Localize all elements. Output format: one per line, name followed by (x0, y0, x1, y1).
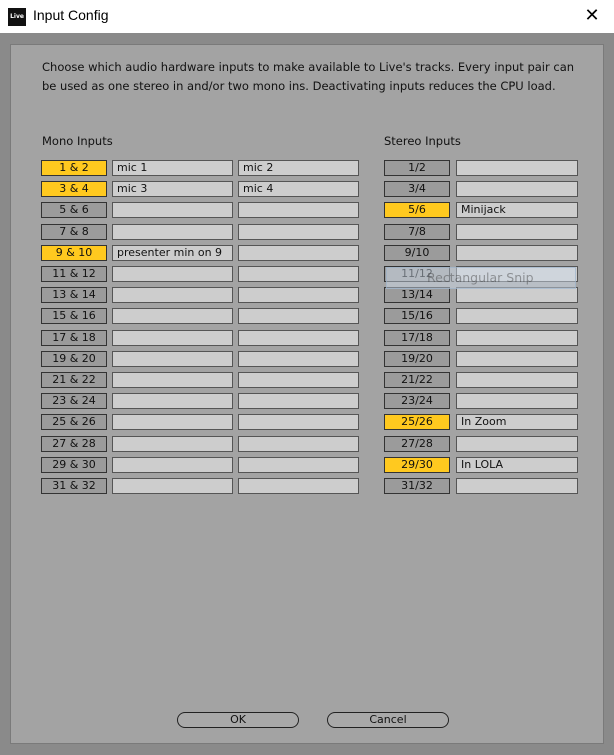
mono-channel-toggle[interactable]: 3 & 4 (41, 181, 107, 197)
stereo-channel-toggle[interactable]: 23/24 (384, 393, 450, 409)
stereo-channel-toggle[interactable]: 19/20 (384, 351, 450, 367)
stereo-name-field[interactable] (456, 478, 578, 494)
mono-channel-toggle[interactable]: 27 & 28 (41, 436, 107, 452)
mono-right-name-field[interactable]: mic 2 (238, 160, 359, 176)
mono-channel-toggle[interactable]: 15 & 16 (41, 308, 107, 324)
stereo-name-field[interactable] (456, 372, 578, 388)
stereo-channel-toggle[interactable]: 9/10 (384, 245, 450, 261)
mono-right-name-field[interactable] (238, 351, 359, 367)
stereo-channel-toggle[interactable]: 21/22 (384, 372, 450, 388)
stereo-channel-toggle[interactable]: 7/8 (384, 224, 450, 240)
stereo-inputs-header: Stereo Inputs (384, 134, 461, 148)
mono-channel-toggle[interactable]: 5 & 6 (41, 202, 107, 218)
mono-left-name-field[interactable] (112, 436, 233, 452)
stereo-channel-toggle[interactable]: 13/14 (384, 287, 450, 303)
mono-right-name-field[interactable] (238, 308, 359, 324)
mono-left-name-field[interactable] (112, 393, 233, 409)
mono-channel-toggle[interactable]: 21 & 22 (41, 372, 107, 388)
mono-right-name-field[interactable] (238, 202, 359, 218)
stereo-name-field[interactable] (456, 436, 578, 452)
stereo-name-field[interactable] (456, 245, 578, 261)
mono-channel-toggle[interactable]: 7 & 8 (41, 224, 107, 240)
mono-left-name-field[interactable] (112, 330, 233, 346)
mono-left-name-field[interactable] (112, 266, 233, 282)
stereo-channel-toggle[interactable]: 5/6 (384, 202, 450, 218)
mono-left-name-field[interactable] (112, 414, 233, 430)
mono-right-name-field[interactable] (238, 245, 359, 261)
mono-right-name-field[interactable] (238, 372, 359, 388)
mono-channel-toggle[interactable]: 9 & 10 (41, 245, 107, 261)
stereo-name-field[interactable] (456, 351, 578, 367)
mono-left-name-field[interactable] (112, 287, 233, 303)
stereo-channel-toggle[interactable]: 25/26 (384, 414, 450, 430)
mono-channel-toggle[interactable]: 17 & 18 (41, 330, 107, 346)
stereo-channel-toggle[interactable]: 31/32 (384, 478, 450, 494)
stereo-name-field[interactable]: Minijack (456, 202, 578, 218)
mono-channel-toggle[interactable]: 1 & 2 (41, 160, 107, 176)
mono-channel-toggle[interactable]: 25 & 26 (41, 414, 107, 430)
stereo-name-field[interactable] (456, 181, 578, 197)
cancel-button[interactable]: Cancel (327, 712, 449, 728)
mono-right-name-field[interactable] (238, 287, 359, 303)
live-app-icon: Live (8, 8, 26, 26)
mono-left-name-field[interactable]: presenter min on 9 (112, 245, 233, 261)
mono-inputs-header: Mono Inputs (42, 134, 113, 148)
mono-channel-toggle[interactable]: 13 & 14 (41, 287, 107, 303)
mono-right-name-field[interactable] (238, 436, 359, 452)
mono-right-name-field[interactable] (238, 266, 359, 282)
mono-right-name-field[interactable] (238, 393, 359, 409)
mono-left-name-field[interactable] (112, 202, 233, 218)
stereo-channel-toggle[interactable]: 15/16 (384, 308, 450, 324)
mono-left-name-field[interactable] (112, 478, 233, 494)
mono-channel-toggle[interactable]: 23 & 24 (41, 393, 107, 409)
stereo-channel-toggle[interactable]: 17/18 (384, 330, 450, 346)
rectangular-snip-overlay: Rectangular Snip (386, 267, 576, 289)
ok-button[interactable]: OK (177, 712, 299, 728)
stereo-name-field[interactable] (456, 287, 578, 303)
stereo-name-field[interactable] (456, 330, 578, 346)
mono-right-name-field[interactable] (238, 414, 359, 430)
stereo-name-field[interactable] (456, 160, 578, 176)
stereo-name-field[interactable]: In Zoom (456, 414, 578, 430)
mono-left-name-field[interactable] (112, 372, 233, 388)
stereo-name-field[interactable] (456, 224, 578, 240)
mono-left-name-field[interactable]: mic 1 (112, 160, 233, 176)
mono-right-name-field[interactable] (238, 457, 359, 473)
description-text: Choose which audio hardware inputs to ma… (42, 60, 575, 93)
mono-left-name-field[interactable] (112, 351, 233, 367)
mono-channel-toggle[interactable]: 29 & 30 (41, 457, 107, 473)
mono-left-name-field[interactable]: mic 3 (112, 181, 233, 197)
title-bar: Live Input Config ✕ (0, 0, 614, 33)
mono-right-name-field[interactable] (238, 330, 359, 346)
stereo-channel-toggle[interactable]: 3/4 (384, 181, 450, 197)
stereo-name-field[interactable]: In LOLA (456, 457, 578, 473)
mono-right-name-field[interactable] (238, 224, 359, 240)
mono-channel-toggle[interactable]: 19 & 20 (41, 351, 107, 367)
mono-left-name-field[interactable] (112, 224, 233, 240)
mono-left-name-field[interactable] (112, 308, 233, 324)
mono-right-name-field[interactable]: mic 4 (238, 181, 359, 197)
stereo-channel-toggle[interactable]: 1/2 (384, 160, 450, 176)
mono-channel-toggle[interactable]: 31 & 32 (41, 478, 107, 494)
mono-left-name-field[interactable] (112, 457, 233, 473)
stereo-name-field[interactable] (456, 308, 578, 324)
stereo-channel-toggle[interactable]: 29/30 (384, 457, 450, 473)
close-icon[interactable]: ✕ (580, 4, 604, 28)
stereo-channel-toggle[interactable]: 27/28 (384, 436, 450, 452)
mono-channel-toggle[interactable]: 11 & 12 (41, 266, 107, 282)
window-title: Input Config (33, 7, 109, 23)
mono-right-name-field[interactable] (238, 478, 359, 494)
stereo-name-field[interactable] (456, 393, 578, 409)
